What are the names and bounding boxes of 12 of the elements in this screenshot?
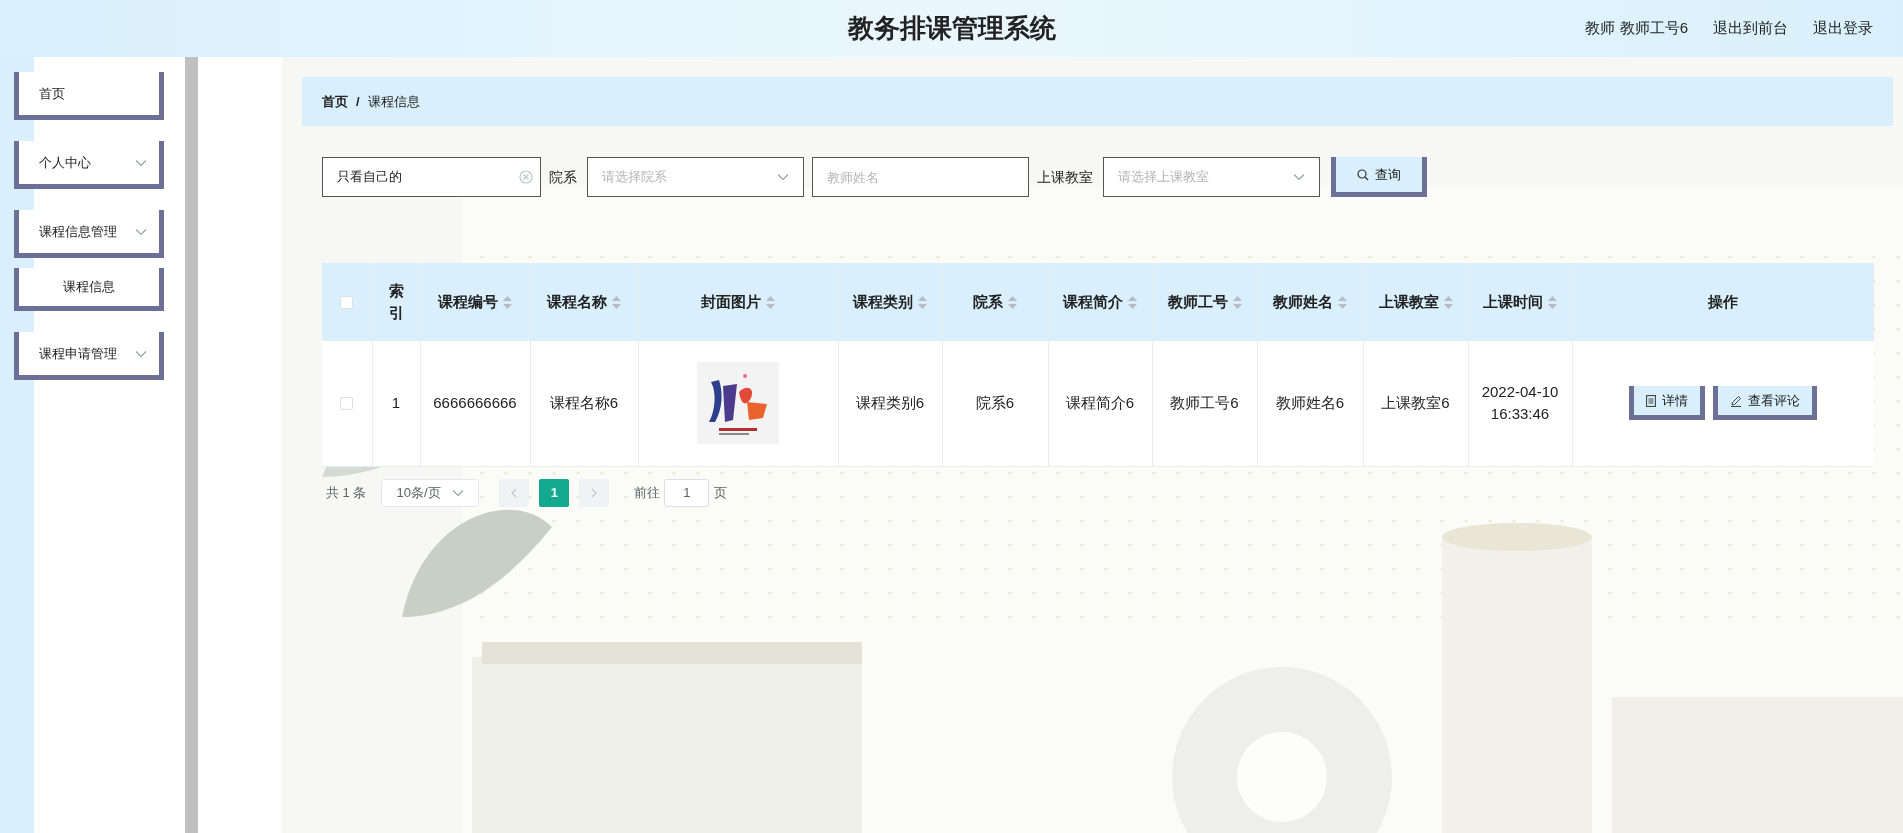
header-link[interactable]: 退出到前台 [1713,17,1788,40]
user-label: 教师 教师工号6 [1585,18,1688,39]
submenu-item[interactable]: 课程信息 [14,268,164,311]
menu-item[interactable]: 个人中心 [14,141,164,189]
menu-item[interactable]: 课程信息管理 [14,210,164,258]
chevron-down-icon [135,349,147,358]
chevron-down-icon [135,158,147,167]
menu-item[interactable]: 首页 [14,72,164,120]
app-title: 教务排课管理系统 [847,12,1056,45]
chevron-down-icon [135,227,147,236]
header-link[interactable]: 退出登录 [1813,17,1873,40]
menu-item[interactable]: 课程申请管理 [14,332,164,380]
